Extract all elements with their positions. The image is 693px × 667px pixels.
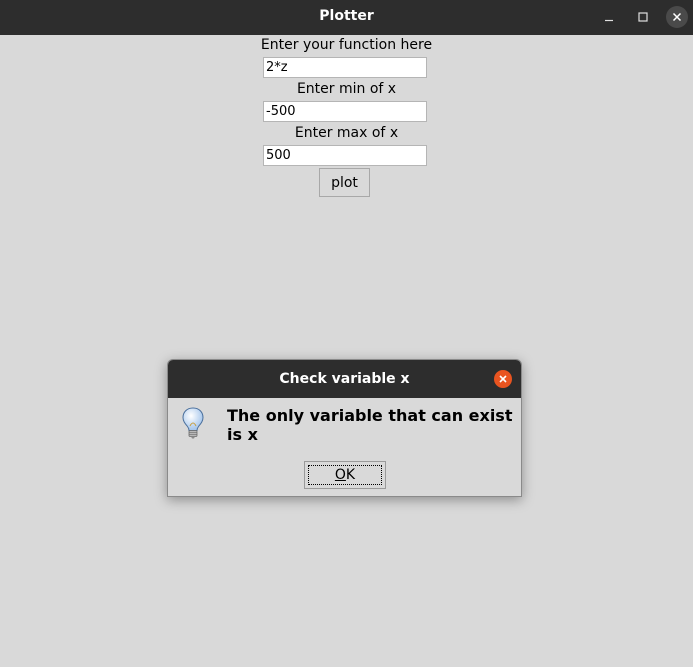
dialog-title: Check variable x [279,371,410,387]
ok-label-rest: K [345,467,356,483]
window-title: Plotter [319,8,374,24]
function-input[interactable] [263,57,427,78]
min-x-input[interactable] [263,101,427,122]
function-label: Enter your function here [260,37,433,53]
max-x-input[interactable] [263,145,427,166]
max-x-label: Enter max of x [294,125,399,141]
plot-button[interactable]: plot [319,168,370,197]
close-icon[interactable] [666,6,688,28]
ok-mnemonic: O [334,467,346,483]
lightbulb-icon [180,406,206,440]
ok-button[interactable]: OK [304,461,386,489]
close-icon[interactable] [494,370,512,388]
minimize-icon[interactable] [598,6,620,28]
ok-button-label: OK [307,465,383,485]
min-x-label: Enter min of x [296,81,397,97]
dialog-message: The only variable that can exist is x [227,406,513,444]
maximize-icon[interactable] [632,6,654,28]
dialog-titlebar: Check variable x [168,360,521,398]
window-titlebar: Plotter [0,0,693,35]
message-dialog: Check variable x The only variable that … [167,359,522,497]
